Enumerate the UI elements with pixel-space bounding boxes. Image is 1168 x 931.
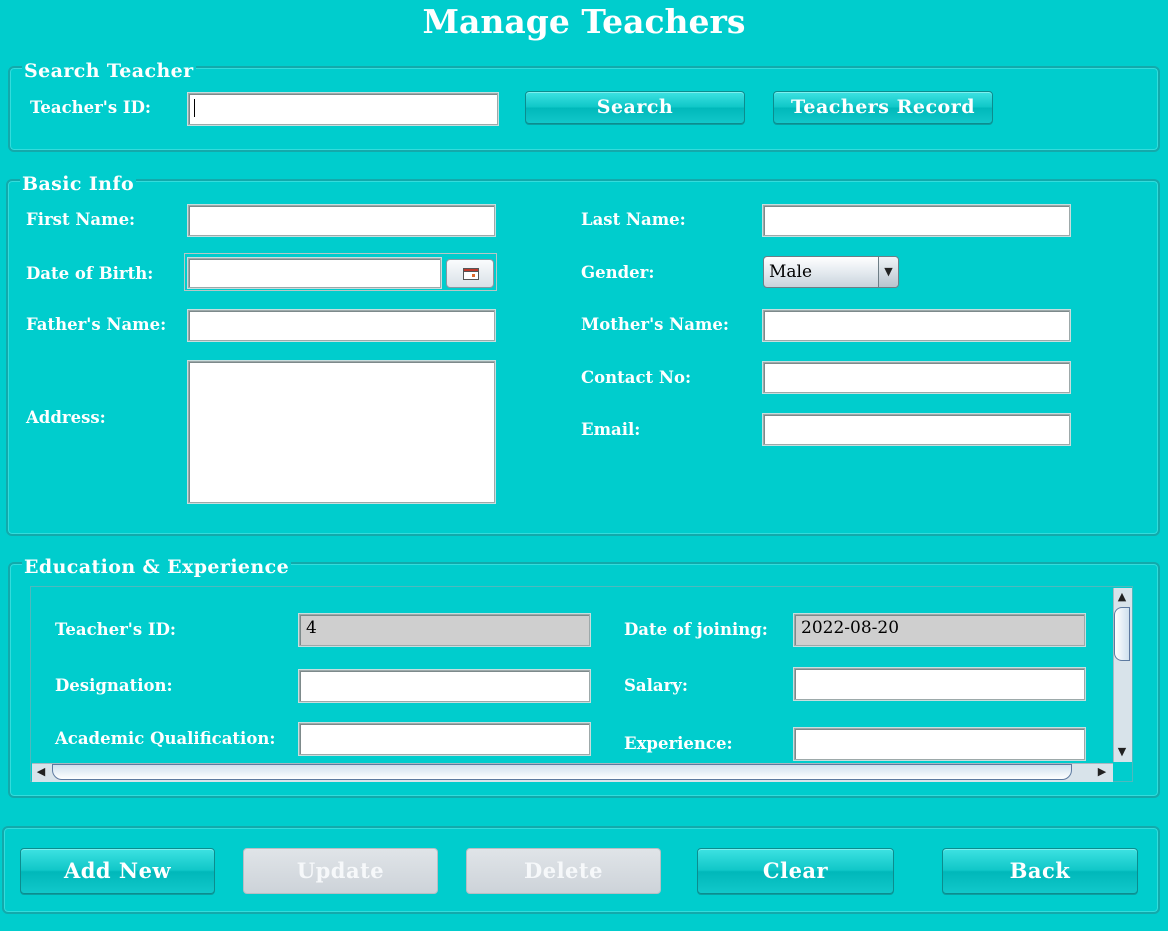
qualification-label: Academic Qualification: <box>55 729 276 748</box>
last-name-input[interactable] <box>763 205 1070 236</box>
email-label: Email: <box>581 420 641 439</box>
designation-label: Designation: <box>55 676 173 695</box>
edu-id-value: 4 <box>306 618 317 638</box>
email-input[interactable] <box>763 414 1070 445</box>
search-id-input[interactable] <box>188 93 498 125</box>
vertical-scroll-thumb[interactable] <box>1114 607 1130 661</box>
designation-input[interactable] <box>299 670 590 702</box>
delete-button[interactable]: Delete <box>466 848 661 894</box>
first-name-label: First Name: <box>26 210 136 229</box>
last-name-label: Last Name: <box>581 210 686 229</box>
education-legend: Education & Experience <box>22 556 292 578</box>
mother-name-input[interactable] <box>763 310 1070 341</box>
first-name-input[interactable] <box>188 205 495 236</box>
chevron-down-icon: ▼ <box>878 257 898 287</box>
dob-input[interactable] <box>188 258 441 288</box>
dob-label: Date of Birth: <box>26 264 154 283</box>
scroll-left-icon[interactable]: ◀ <box>33 764 49 780</box>
qualification-input[interactable] <box>299 723 590 755</box>
basic-info-legend: Basic Info <box>20 173 137 195</box>
scroll-right-icon[interactable]: ▶ <box>1094 764 1110 780</box>
text-caret <box>194 99 195 117</box>
joining-date-label: Date of joining: <box>624 620 768 639</box>
add-new-button[interactable]: Add New <box>20 848 215 894</box>
experience-input[interactable] <box>794 728 1085 760</box>
edu-id-input[interactable]: 4 <box>299 614 590 646</box>
search-teacher-legend: Search Teacher <box>22 60 196 82</box>
address-label: Address: <box>26 408 106 427</box>
calendar-icon <box>463 268 479 280</box>
scroll-up-icon[interactable]: ▲ <box>1114 589 1130 605</box>
mother-name-label: Mother's Name: <box>581 315 729 334</box>
scroll-down-icon[interactable]: ▼ <box>1114 744 1130 760</box>
father-name-input[interactable] <box>188 310 495 341</box>
horizontal-scroll-thumb[interactable] <box>52 764 1072 780</box>
gender-label: Gender: <box>581 263 655 282</box>
edu-id-label: Teacher's ID: <box>55 620 177 639</box>
salary-label: Salary: <box>624 676 688 695</box>
gender-selected-value: Male <box>769 262 813 282</box>
salary-input[interactable] <box>794 668 1085 700</box>
contact-input[interactable] <box>763 362 1070 393</box>
page-title: Manage Teachers <box>422 2 746 41</box>
back-button[interactable]: Back <box>942 848 1138 894</box>
search-button[interactable]: Search <box>525 91 745 124</box>
update-button[interactable]: Update <box>243 848 438 894</box>
father-name-label: Father's Name: <box>26 315 167 334</box>
joining-date-value: 2022-08-20 <box>801 618 900 638</box>
search-id-label: Teacher's ID: <box>30 98 152 117</box>
gender-select[interactable]: Male ▼ <box>763 256 899 288</box>
calendar-button[interactable] <box>446 259 494 288</box>
joining-date-input[interactable]: 2022-08-20 <box>794 614 1085 646</box>
contact-label: Contact No: <box>581 368 692 387</box>
clear-button[interactable]: Clear <box>697 848 894 894</box>
experience-label: Experience: <box>624 734 733 753</box>
address-textarea[interactable] <box>188 361 495 503</box>
teachers-record-button[interactable]: Teachers Record <box>773 91 993 124</box>
